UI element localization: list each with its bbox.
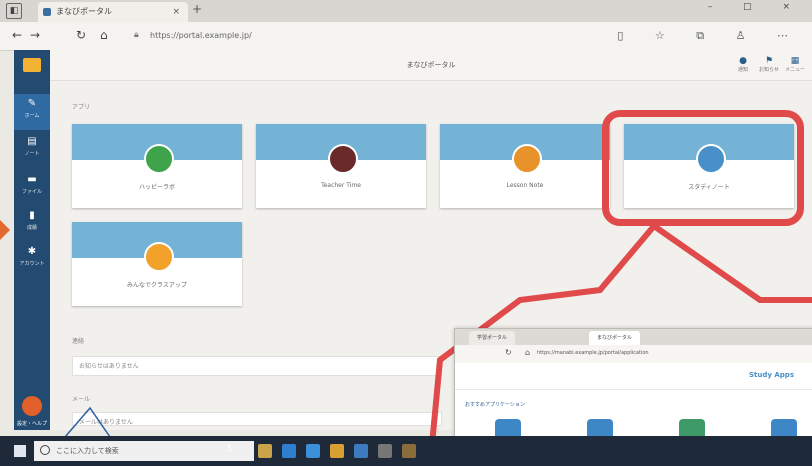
app-icon[interactable] (354, 444, 368, 458)
overlay-section-title: おすすめアプリケーション (465, 402, 525, 408)
arrow-marker-icon (0, 220, 10, 240)
overlay-url[interactable]: https://manabi.example.jp/portal/applica… (537, 350, 649, 356)
browser-icon[interactable] (306, 444, 320, 458)
taskbar-search[interactable]: ここに入力して検索 (34, 441, 254, 461)
calculator-icon[interactable] (378, 444, 392, 458)
overlay-tab-active[interactable]: まなびポータル (589, 331, 641, 345)
overlay-header: Study Apps (455, 363, 812, 390)
explorer-icon[interactable] (258, 444, 272, 458)
start-icon[interactable] (14, 445, 26, 457)
task-view-badge[interactable]: 3 (226, 444, 232, 454)
taskbar: ここに入力して検索 3 (0, 436, 812, 466)
screenshot-frame: ◧ まなびポータル × + – □ × ← → ↻ ⌂ 🔒︎ https://p… (0, 0, 812, 466)
overlay-tab[interactable]: 学習ポータル (469, 331, 516, 345)
overlay-address-bar: ↻ ⌂ https://manabi.example.jp/portal/app… (455, 345, 812, 364)
search-placeholder: ここに入力して検索 (56, 447, 119, 455)
home-icon[interactable]: ⌂ (525, 348, 530, 357)
overlay-logo: Study Apps (749, 371, 794, 379)
search-icon (40, 445, 50, 455)
refresh-icon[interactable]: ↻ (505, 348, 512, 357)
overlay-tab-bar: 学習ポータル まなびポータル (455, 329, 812, 345)
edge-icon[interactable] (282, 444, 296, 458)
folder-icon[interactable] (402, 444, 416, 458)
chrome-icon[interactable] (330, 444, 344, 458)
